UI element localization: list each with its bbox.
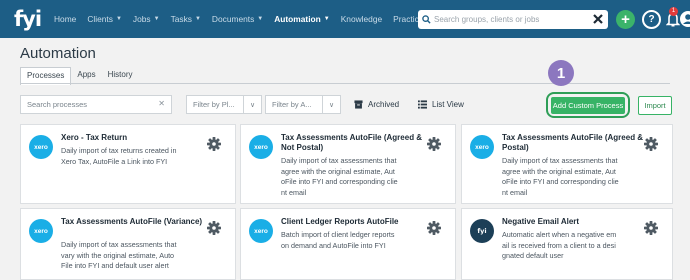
filter-app-label: Filter by A... [272, 100, 312, 109]
xero-logo-icon: xero [29, 219, 53, 243]
process-search-input[interactable]: Search processes ✕ [20, 95, 172, 114]
process-card-desc-line: Xero Tax, AutoFile a Link into FYI [61, 156, 168, 166]
process-card-desc-line: Daily import of tax returns created in [61, 146, 177, 155]
nav-knowledge-label: Knowledge [340, 14, 383, 24]
process-card[interactable]: xero Xero - Tax Return Daily import of t… [20, 124, 236, 204]
nav-clients[interactable]: Clients ▼ [87, 14, 122, 24]
add-icon[interactable]: + [616, 10, 635, 29]
caret-down-icon: ▼ [323, 16, 330, 22]
gear-icon[interactable] [427, 221, 441, 235]
process-card-title: Client Ledger Reports AutoFile [281, 217, 399, 226]
gear-icon[interactable] [207, 221, 221, 235]
process-card-desc-line: oFile into FYI and corresponding clie [281, 177, 398, 186]
main-nav: Home Clients ▼ Jobs ▼ Tasks ▼ Documents ▼ Au… [54, 0, 434, 38]
list-view-toggle[interactable]: List View [418, 100, 464, 109]
top-nav-bar: fyi Home Clients ▼ Jobs ▼ Tasks ▼ Documents… [0, 0, 690, 38]
process-card-title: Xero - Tax Return [61, 133, 128, 142]
search-icon [422, 15, 431, 24]
archived-label: Archived [368, 100, 400, 109]
process-search-placeholder: Search processes [27, 100, 88, 109]
process-card-desc-line: agree with the original estimate, Aut [281, 166, 395, 176]
fyi-logo[interactable]: fyi [14, 7, 54, 31]
page-title: Automation [20, 45, 96, 62]
gear-icon[interactable] [644, 137, 658, 151]
help-icon[interactable]: ? [642, 10, 661, 29]
process-card[interactable]: fyi Negative Email Alert Automatic alert… [461, 208, 673, 280]
process-card-desc-line: agree with the original estimate, Aut [502, 166, 616, 176]
nav-tasks[interactable]: Tasks ▼ [171, 14, 201, 24]
caret-down-icon: ▼ [194, 16, 201, 22]
process-card-desc-line: nt email [502, 187, 528, 197]
nav-jobs[interactable]: Jobs ▼ [133, 14, 160, 24]
nav-automation[interactable]: Automation ▼ [274, 14, 329, 24]
nav-documents[interactable]: Documents ▼ [212, 14, 263, 24]
process-card-desc-line: nt email [281, 187, 307, 197]
filter-by-platform-select[interactable]: Filter by Pl... ∨ [186, 95, 262, 114]
process-card-desc-line: Daily import of tax assessments that [281, 156, 397, 165]
list-icon [418, 100, 427, 109]
nav-tasks-label: Tasks [170, 14, 192, 24]
caret-down-icon: ▼ [115, 16, 122, 22]
fyi-logo-icon: fyi [470, 219, 494, 243]
global-search-input[interactable]: Search groups, clients or jobs [418, 10, 608, 29]
process-card-title: Tax Assessments AutoFile (Agreed & Not P… [281, 133, 423, 152]
process-card-desc-line: on demand and AutoFile into FYI [281, 240, 386, 250]
global-search-placeholder: Search groups, clients or jobs [434, 15, 540, 24]
nav-knowledge[interactable]: Knowledge [341, 14, 382, 24]
notification-badge: 1 [669, 7, 678, 16]
step-number-badge: 1 [548, 60, 574, 86]
clear-search-icon[interactable]: ✕ [158, 99, 165, 108]
process-card[interactable]: xero Tax Assessments AutoFile (Agreed & … [240, 124, 456, 204]
import-button[interactable]: Import [638, 96, 672, 115]
list-view-label: List View [432, 100, 464, 109]
gear-icon[interactable] [427, 137, 441, 151]
nav-home-label: Home [54, 14, 77, 24]
process-card-title: Negative Email Alert [502, 217, 580, 226]
xero-logo-icon: xero [249, 219, 273, 243]
gear-icon[interactable] [644, 221, 658, 235]
process-card[interactable]: xero Tax Assessments AutoFile (Agreed & … [461, 124, 673, 204]
process-card-desc-line: gnated default user [502, 251, 564, 260]
nav-home[interactable]: Home [54, 14, 76, 24]
process-card[interactable]: xero Tax Assessments AutoFile (Variance)… [20, 208, 236, 280]
add-custom-process-button[interactable]: Add Custom Process [551, 97, 625, 114]
nav-clients-label: Clients [87, 14, 113, 24]
nav-documents-label: Documents [211, 14, 255, 24]
process-card-title: Tax Assessments AutoFile (Variance) [61, 217, 203, 226]
caret-down-icon: ▼ [153, 16, 160, 22]
close-icon[interactable] [592, 13, 604, 25]
tab-divider [20, 83, 670, 84]
archived-toggle[interactable]: Archived [354, 100, 399, 109]
process-card-title: Tax Assessments AutoFile (Agreed & Posta… [502, 133, 644, 152]
user-avatar-icon[interactable] [680, 11, 690, 27]
process-card-desc-line: Daily import of tax assessments that [61, 240, 177, 249]
caret-down-icon: ▼ [257, 16, 264, 22]
xero-logo-icon: xero [249, 135, 273, 159]
xero-logo-icon: xero [29, 135, 53, 159]
process-card-desc-line: oFile into FYI and corresponding clie [502, 177, 619, 186]
archive-icon [354, 100, 363, 109]
process-card-desc-line: File into FYI and default user alert [61, 261, 169, 270]
process-card-desc-line: Automatic alert when a negative em [502, 230, 617, 239]
filter-platform-label: Filter by Pl... [193, 100, 235, 109]
process-card-desc-line: ail is received from a client to a desi [502, 240, 616, 250]
process-card-desc-line: Batch import of client ledger reports [281, 230, 395, 239]
process-card-desc-line: vary with the original estimate, Auto [61, 250, 175, 260]
process-card-desc-line: Daily import of tax assessments that [502, 156, 618, 165]
gear-icon[interactable] [207, 137, 221, 151]
xero-logo-icon: xero [470, 135, 494, 159]
process-card[interactable]: xero Client Ledger Reports AutoFile Batc… [240, 208, 456, 280]
nav-jobs-label: Jobs [132, 14, 151, 24]
chevron-down-icon[interactable]: ∨ [243, 96, 261, 113]
filter-by-app-select[interactable]: Filter by A... ∨ [265, 95, 341, 114]
nav-automation-label: Automation [274, 14, 321, 24]
chevron-down-icon[interactable]: ∨ [322, 96, 340, 113]
